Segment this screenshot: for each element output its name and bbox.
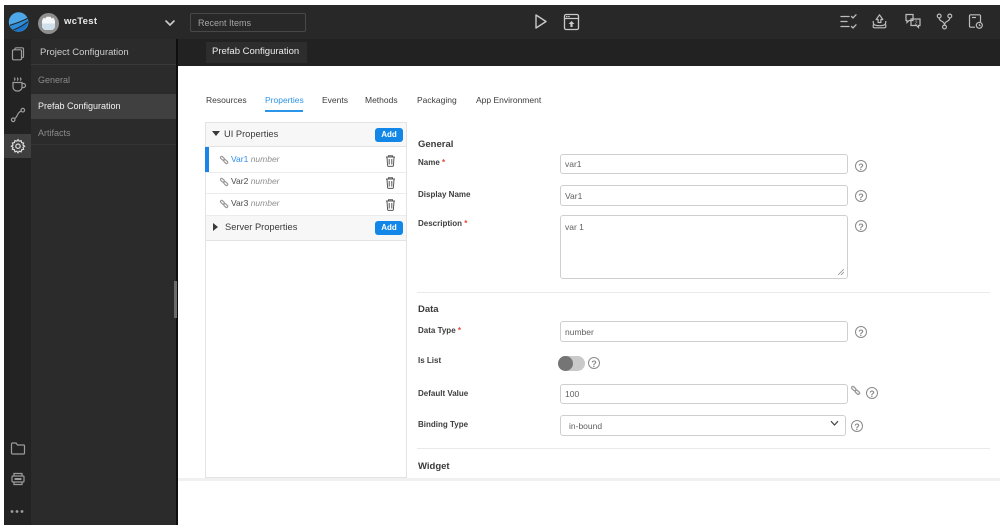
svg-text:2: 2 [915, 21, 918, 27]
